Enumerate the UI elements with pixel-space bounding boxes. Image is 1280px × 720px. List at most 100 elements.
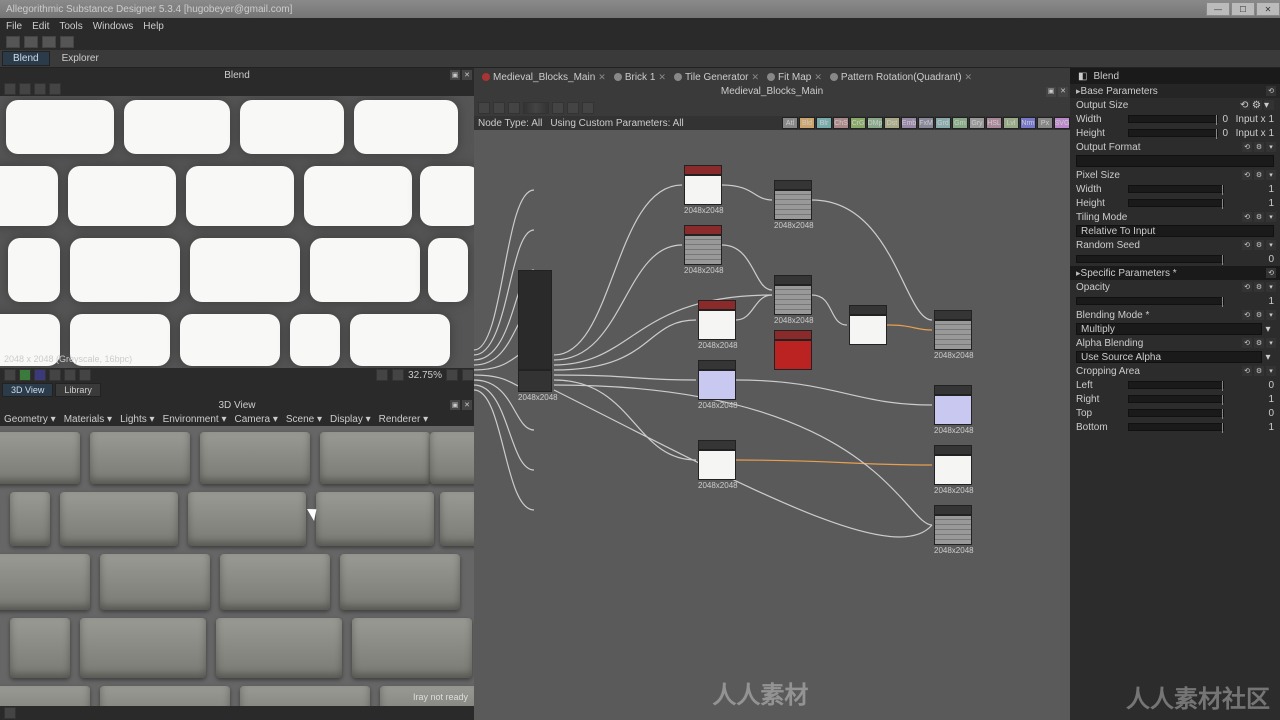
field-output-format[interactable] — [1076, 155, 1274, 167]
slider-height[interactable] — [1128, 129, 1218, 137]
chip-crg[interactable]: CrG — [850, 117, 866, 129]
slider-random-seed[interactable] — [1076, 255, 1224, 263]
panel-close-icon[interactable]: ✕ — [462, 70, 472, 80]
gear-icon[interactable] — [582, 102, 594, 114]
graph-node[interactable]: 2048x2048 — [698, 440, 736, 490]
view2d-viewport[interactable]: 2048 x 2048 (Greyscale, 16bpc) — [0, 96, 474, 368]
chip-emb[interactable]: Emb — [901, 117, 917, 129]
channel-b-icon[interactable] — [34, 369, 46, 381]
chip-hsl[interactable]: HSL — [986, 117, 1002, 129]
chip-chs[interactable]: ChS — [833, 117, 849, 129]
slider-px-height[interactable] — [1128, 199, 1224, 207]
chip-dst[interactable]: Dst — [884, 117, 900, 129]
menu-materials[interactable]: Materials ▾ — [64, 414, 112, 425]
menu-edit[interactable]: Edit — [32, 21, 49, 32]
menu-camera[interactable]: Camera ▾ — [235, 414, 278, 425]
chip-bld[interactable]: Bld — [799, 117, 815, 129]
menu-geometry[interactable]: Geometry ▾ — [4, 414, 56, 425]
tab-3dview[interactable]: 3D View — [2, 383, 53, 397]
tool-icon[interactable] — [552, 102, 564, 114]
menu-renderer[interactable]: Renderer ▾ — [379, 414, 429, 425]
channel-g-icon[interactable] — [19, 369, 31, 381]
chip-grn[interactable]: Grn — [952, 117, 968, 129]
tool-icon[interactable] — [4, 369, 16, 381]
maximize-button[interactable]: ☐ — [1231, 2, 1255, 16]
graph-node[interactable]: 2048x2048 — [934, 505, 972, 555]
graph-node[interactable]: 2048x2048 — [774, 275, 812, 325]
tool-icon[interactable] — [34, 83, 46, 95]
tab-explorer[interactable]: Explorer — [52, 52, 109, 65]
chip-dmp[interactable]: DMp — [867, 117, 883, 129]
graph-node[interactable]: 2048x2048 — [934, 310, 972, 360]
filter-nodetype[interactable]: Node Type: All — [478, 118, 542, 129]
tool-icon[interactable] — [493, 102, 505, 114]
node-switch[interactable]: 2048x2048 — [518, 270, 552, 402]
tool-icon[interactable] — [392, 369, 404, 381]
menu-windows[interactable]: Windows — [93, 21, 134, 32]
section-base-params[interactable]: ▸ Base Parameters⟲ — [1070, 84, 1280, 98]
save-icon[interactable] — [42, 36, 56, 48]
tool-icon[interactable] — [567, 102, 579, 114]
menu-environment[interactable]: Environment ▾ — [163, 414, 227, 425]
tool-icon[interactable] — [49, 83, 61, 95]
tool-icon[interactable] — [376, 369, 388, 381]
dropdown-icon[interactable]: ▾ — [1262, 352, 1274, 363]
slider-crop-top[interactable] — [1128, 409, 1224, 417]
slider-opacity[interactable] — [1076, 297, 1224, 305]
tool-icon[interactable] — [462, 369, 474, 381]
chip-atl[interactable]: Atl — [782, 117, 798, 129]
menu-tools[interactable]: Tools — [59, 21, 82, 32]
menu-scene[interactable]: Scene ▾ — [286, 414, 322, 425]
graph-node[interactable]: 2048x2048 — [774, 180, 812, 230]
dropdown-icon[interactable]: ▾ — [1262, 324, 1274, 335]
tool-icon[interactable] — [19, 83, 31, 95]
graph-node[interactable]: 2048x2048 — [934, 445, 972, 495]
tab-library[interactable]: Library — [55, 383, 101, 397]
graph-node[interactable]: 2048x2048 — [698, 300, 736, 350]
chip-lvl[interactable]: Lvl — [1003, 117, 1019, 129]
chip-svg[interactable]: SVG — [1054, 117, 1070, 129]
menu-display[interactable]: Display ▾ — [330, 414, 371, 425]
gradient-icon[interactable] — [523, 102, 549, 114]
panel-close-icon[interactable]: ✕ — [1058, 87, 1068, 97]
close-button[interactable]: ✕ — [1256, 2, 1280, 16]
graph-tab-main[interactable]: Medieval_Blocks_Main✕ — [482, 72, 606, 83]
chip-px[interactable]: Px — [1037, 117, 1053, 129]
tool-icon[interactable] — [4, 83, 16, 95]
graph-tab-fitmap[interactable]: Fit Map✕ — [767, 72, 822, 83]
minimize-button[interactable]: — — [1206, 2, 1230, 16]
view3d-viewport[interactable]: Iray not ready — [0, 426, 474, 706]
refresh-icon[interactable] — [478, 102, 490, 114]
graph-node[interactable] — [774, 330, 812, 371]
section-specific-params[interactable]: ▸ Specific Parameters *⟲ — [1070, 266, 1280, 280]
slider-crop-left[interactable] — [1128, 381, 1224, 389]
new-icon[interactable] — [6, 36, 20, 48]
tool-icon[interactable] — [64, 369, 76, 381]
chip-blr[interactable]: Blr — [816, 117, 832, 129]
tool-icon[interactable] — [446, 369, 458, 381]
graph-canvas[interactable]: 2048x2048 2048x2048 2048x2048 2048x2048 204… — [474, 130, 1070, 720]
panel-pin-icon[interactable]: ▣ — [1046, 87, 1056, 97]
graph-tab-tilegen[interactable]: Tile Generator✕ — [674, 72, 759, 83]
open-icon[interactable] — [24, 36, 38, 48]
menu-file[interactable]: File — [6, 21, 22, 32]
graph-tab-pattern[interactable]: Pattern Rotation(Quadrant)✕ — [830, 72, 972, 83]
tab-blend[interactable]: Blend — [2, 51, 50, 66]
field-alpha-blending[interactable]: Use Source Alpha — [1076, 351, 1262, 363]
graph-node[interactable]: 2048x2048 — [684, 165, 722, 215]
filter-custom[interactable]: Using Custom Parameters: All — [550, 118, 683, 129]
tool-icon[interactable] — [79, 369, 91, 381]
slider-crop-bottom[interactable] — [1128, 423, 1224, 431]
graph-node[interactable]: 2048x2048 — [934, 385, 972, 435]
chip-gry[interactable]: Gry — [969, 117, 985, 129]
panel-pin-icon[interactable]: ▣ — [450, 70, 460, 80]
graph-tab-brick1[interactable]: Brick 1✕ — [614, 72, 666, 83]
menu-lights[interactable]: Lights ▾ — [120, 414, 154, 425]
chip-nrm[interactable]: Nrm — [1020, 117, 1036, 129]
panel-close-icon[interactable]: ✕ — [462, 400, 472, 410]
chip-fxm[interactable]: FxM — [918, 117, 934, 129]
graph-node[interactable]: 2048x2048 — [684, 225, 722, 275]
field-blending-mode[interactable]: Multiply — [1076, 323, 1262, 335]
save-all-icon[interactable] — [60, 36, 74, 48]
chip-grd[interactable]: Grd — [935, 117, 951, 129]
